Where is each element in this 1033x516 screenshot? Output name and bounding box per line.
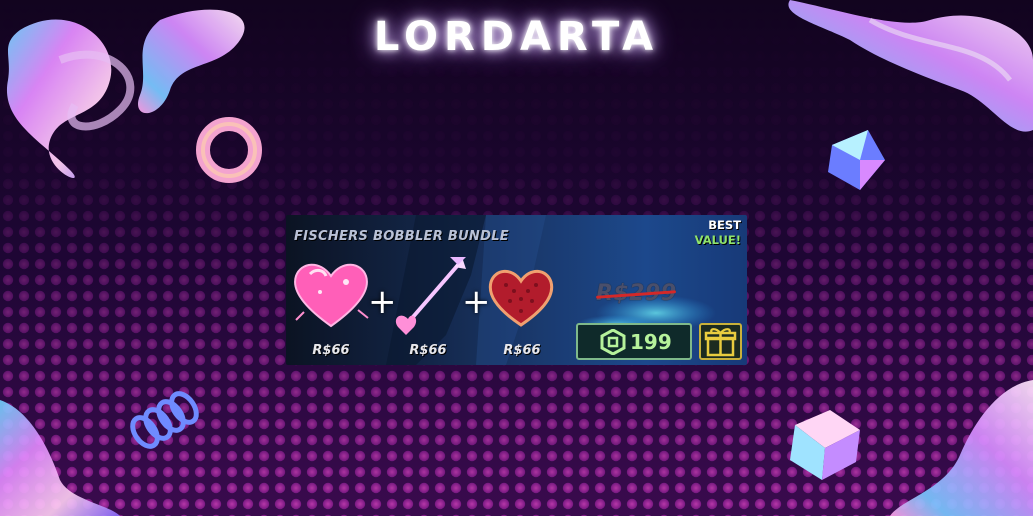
- best-value-badge: BEST VALUE!: [695, 218, 741, 248]
- bundle-item-red-heart[interactable]: [486, 267, 556, 329]
- red-heart-icon: [488, 269, 554, 327]
- gift-icon: [704, 328, 737, 357]
- robux-icon: [600, 329, 626, 355]
- badge-line2: VALUE!: [694, 233, 741, 247]
- pink-heart-icon: [294, 263, 369, 328]
- sale-price: 199: [630, 330, 672, 354]
- item-price-3: R$66: [503, 343, 541, 358]
- item-price-1: R$66: [312, 343, 350, 358]
- buy-bundle-button[interactable]: 199: [576, 323, 692, 360]
- bundle-card[interactable]: FISCHERS BOBBLER BUNDLE BEST VALUE! R$66…: [286, 215, 747, 365]
- item-price-2: R$66: [409, 343, 447, 358]
- gift-bundle-button[interactable]: [699, 323, 742, 360]
- bundle-title: FISCHERS BOBBLER BUNDLE: [294, 229, 509, 244]
- bundle-item-pink-heart[interactable]: [290, 260, 372, 330]
- brand-title: LORDARTA: [373, 14, 660, 60]
- badge-line1: BEST: [708, 218, 741, 232]
